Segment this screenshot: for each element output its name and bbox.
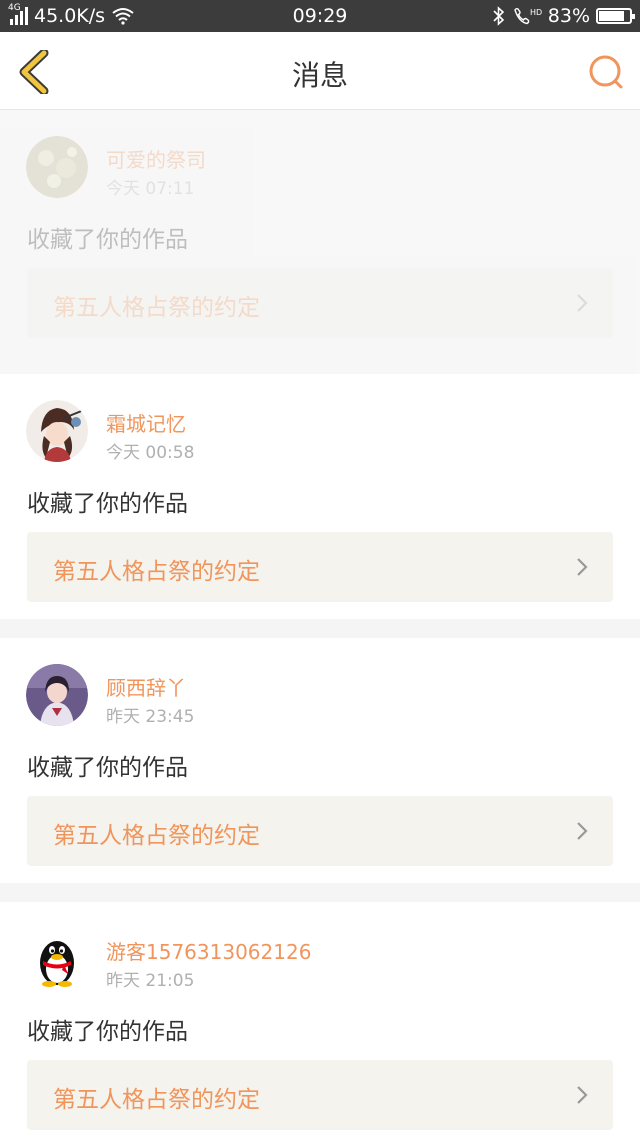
chevron-right-icon — [577, 558, 588, 576]
message-time: 昨天 21:05 — [106, 971, 195, 991]
page-title: 消息 — [291, 59, 348, 92]
header-bar: 消息 — [0, 32, 640, 110]
work-link[interactable]: 第五人格占祭的约定 — [27, 796, 613, 866]
message-card: 顾西辞丫 昨天 23:45 收藏了你的作品 第五人格占祭的约定 — [0, 638, 640, 883]
work-link[interactable]: 第五人格占祭的约定 — [27, 1060, 613, 1130]
message-text: 收藏了你的作品 — [27, 227, 188, 253]
message-text: 收藏了你的作品 — [27, 491, 188, 517]
message-time: 今天 00:58 — [106, 443, 195, 463]
user-name[interactable]: 霜城记忆 — [106, 408, 186, 437]
avatar[interactable] — [26, 400, 88, 462]
search-icon[interactable] — [586, 52, 626, 92]
battery-icon — [596, 8, 635, 24]
message-card: 游客1576313062126 昨天 21:05 收藏了你的作品 第五人格占祭的… — [0, 902, 640, 1138]
work-title: 第五人格占祭的约定 — [53, 295, 260, 321]
work-title: 第五人格占祭的约定 — [53, 1087, 260, 1113]
work-link[interactable]: 第五人格占祭的约定 — [27, 268, 613, 338]
work-title: 第五人格占祭的约定 — [53, 823, 260, 849]
avatar[interactable] — [26, 928, 88, 990]
hd-call-icon: HD — [514, 7, 542, 25]
user-name[interactable]: 可爱的祭司 — [106, 144, 206, 173]
battery-percent: 83% — [547, 5, 590, 27]
user-name[interactable]: 游客1576313062126 — [106, 936, 311, 965]
message-time: 今天 07:11 — [106, 179, 195, 199]
bluetooth-icon — [493, 6, 504, 26]
message-text: 收藏了你的作品 — [27, 755, 188, 781]
message-card: 霜城记忆 今天 00:58 收藏了你的作品 第五人格占祭的约定 — [0, 374, 640, 619]
message-time: 昨天 23:45 — [106, 707, 195, 727]
user-name[interactable]: 顾西辞丫 — [106, 672, 186, 701]
work-link[interactable]: 第五人格占祭的约定 — [27, 532, 613, 602]
message-text: 收藏了你的作品 — [27, 1019, 188, 1045]
work-title: 第五人格占祭的约定 — [53, 559, 260, 585]
chevron-right-icon — [577, 294, 588, 312]
message-card: 可爱的祭司 今天 07:11 收藏了你的作品 第五人格占祭的约定 — [0, 110, 640, 374]
avatar[interactable] — [26, 664, 88, 726]
status-bar: 4G 45.0K/s 09:29 HD 83% — [0, 0, 640, 32]
chevron-right-icon — [577, 822, 588, 840]
svg-text:HD: HD — [530, 8, 542, 17]
status-right: HD 83% — [492, 5, 635, 27]
chevron-right-icon — [577, 1086, 588, 1104]
avatar[interactable] — [26, 136, 88, 198]
